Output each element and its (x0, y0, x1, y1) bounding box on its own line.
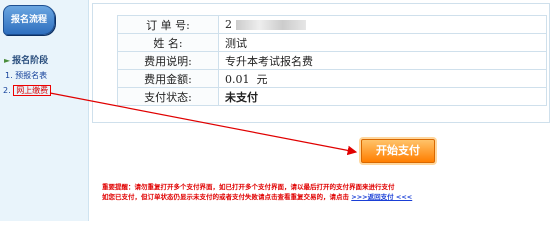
notice-line-2-text: 如您已支付，但订单状态仍显示未支付的或者支付失败请点击查看重复交易的，请点击 (102, 193, 349, 201)
notice-line-2: 如您已支付，但订单状态仍显示未支付的或者支付失败请点击查看重复交易的，请点击 >… (102, 192, 542, 202)
start-payment-button[interactable]: 开始支付 (361, 139, 435, 163)
important-notice: 重要提醒：请勿重复打开多个支付界面，如已打开多个支付界面，请以最后打开的支付界面… (102, 182, 542, 202)
notice-line-1: 重要提醒：请勿重复打开多个支付界面，如已打开多个支付界面，请以最后打开的支付界面… (102, 183, 395, 191)
return-payment-link[interactable]: >>>返回支付 <<< (351, 193, 412, 201)
